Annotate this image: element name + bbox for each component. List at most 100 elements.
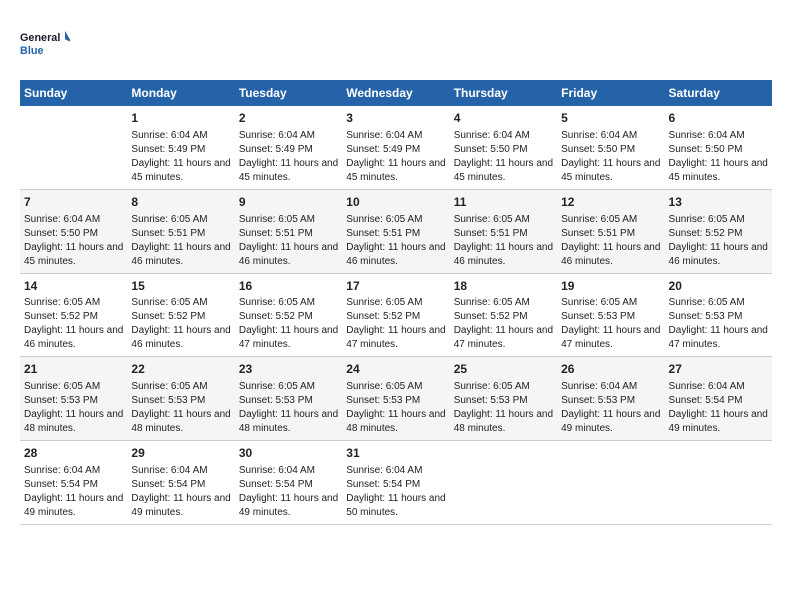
sunset-text: Sunset: 5:53 PM: [454, 395, 528, 406]
day-number: 24: [346, 361, 445, 378]
sunset-text: Sunset: 5:49 PM: [346, 144, 420, 155]
daylight-text: Daylight: 11 hours and 48 minutes.: [24, 409, 123, 434]
day-number: 17: [346, 278, 445, 295]
sunset-text: Sunset: 5:53 PM: [561, 311, 635, 322]
day-number: 27: [669, 361, 768, 378]
day-number: 25: [454, 361, 553, 378]
calendar-cell: 29 Sunrise: 6:04 AMSunset: 5:54 PMDayligh…: [127, 441, 234, 525]
cell-details: Sunrise: 6:05 AMSunset: 5:53 PMDaylight:…: [454, 380, 553, 436]
cell-details: Sunrise: 6:05 AMSunset: 5:51 PMDaylight:…: [239, 213, 338, 269]
calendar-cell: 21 Sunrise: 6:05 AM Sunset: 5:53 PM Dayligh…: [20, 357, 127, 441]
sunset-text: Sunset: 5:51 PM: [131, 228, 205, 239]
sunset-text: Sunset: 5:53 PM: [24, 395, 98, 406]
calendar-cell: 10Sunrise: 6:05 AMSunset: 5:51 PMDayligh…: [342, 189, 449, 273]
daylight-text: Daylight: 11 hours and 46 minutes.: [454, 242, 553, 267]
sunrise-text: Sunrise: 6:05 AM: [561, 214, 637, 225]
daylight-text: Daylight: 11 hours and 48 minutes.: [346, 409, 445, 434]
daylight-text: Daylight: 11 hours and 45 minutes.: [561, 158, 660, 183]
sunrise-text: Sunrise: 6:05 AM: [24, 381, 100, 392]
cell-details: Sunrise: 6:05 AM Sunset: 5:53 PM Daylight:…: [24, 380, 123, 436]
day-number: 29: [131, 445, 230, 462]
logo: General Blue: [20, 20, 70, 70]
sunrise-text: Sunrise: 6:05 AM: [131, 214, 207, 225]
daylight-text: Daylight: 11 hours and 47 minutes.: [454, 325, 553, 350]
calendar-cell: 7Sunrise: 6:04 AMSunset: 5:50 PMDaylight…: [20, 189, 127, 273]
day-number: 7: [24, 194, 123, 211]
cell-details: Sunrise: 6:04 AMSunset: 5:54 PMDaylight:…: [24, 464, 123, 520]
sunset-text: Sunset: 5:53 PM: [669, 311, 743, 322]
calendar-week-4: 21 Sunrise: 6:05 AM Sunset: 5:53 PM Dayligh…: [20, 357, 772, 441]
day-number: 31: [346, 445, 445, 462]
day-number: 5: [561, 110, 660, 127]
day-number: 21: [24, 361, 123, 378]
calendar-cell: 25 Sunrise: 6:05 AMSunset: 5:53 PMDayligh…: [450, 357, 557, 441]
weekday-header-wednesday: Wednesday: [342, 80, 449, 106]
day-number: 9: [239, 194, 338, 211]
cell-details: Sunrise: 6:05 AMSunset: 5:52 PMDaylight:…: [24, 296, 123, 352]
daylight-text: Daylight: 11 hours and 45 minutes.: [239, 158, 338, 183]
day-number: 13: [669, 194, 768, 211]
sunrise-text: Sunrise: 6:04 AM: [346, 465, 422, 476]
sunset-text: Sunset: 5:51 PM: [346, 228, 420, 239]
daylight-text: Daylight: 11 hours and 50 minutes.: [346, 493, 445, 518]
svg-text:General: General: [20, 32, 60, 44]
calendar-cell: 26Sunrise: 6:04 AMSunset: 5:53 PMDayligh…: [557, 357, 664, 441]
weekday-header-thursday: Thursday: [450, 80, 557, 106]
daylight-text: Daylight: 11 hours and 46 minutes.: [561, 242, 660, 267]
sunset-text: Sunset: 5:52 PM: [346, 311, 420, 322]
daylight-text: Daylight: 11 hours and 49 minutes.: [239, 493, 338, 518]
calendar-cell: 9 Sunrise: 6:05 AMSunset: 5:51 PMDaylight…: [235, 189, 342, 273]
daylight-text: Daylight: 11 hours and 46 minutes.: [669, 242, 768, 267]
day-number: 11: [454, 194, 553, 211]
calendar-cell: 2Sunrise: 6:04 AMSunset: 5:49 PMDaylight…: [235, 106, 342, 189]
calendar-table: SundayMondayTuesdayWednesdayThursdayFrid…: [20, 80, 772, 525]
cell-details: Sunrise: 6:04 AMSunset: 5:49 PMDaylight:…: [346, 129, 445, 185]
daylight-text: Daylight: 11 hours and 47 minutes.: [346, 325, 445, 350]
sunrise-text: Sunrise: 6:04 AM: [24, 214, 100, 225]
calendar-week-3: 14Sunrise: 6:05 AMSunset: 5:52 PMDayligh…: [20, 273, 772, 357]
sunset-text: Sunset: 5:54 PM: [239, 479, 313, 490]
cell-details: Sunrise: 6:04 AMSunset: 5:50 PMDaylight:…: [454, 129, 553, 185]
sunrise-text: Sunrise: 6:04 AM: [131, 130, 207, 141]
calendar-cell: [450, 441, 557, 525]
day-number: 15: [131, 278, 230, 295]
sunset-text: Sunset: 5:50 PM: [24, 228, 98, 239]
calendar-cell: 14Sunrise: 6:05 AMSunset: 5:52 PMDayligh…: [20, 273, 127, 357]
sunrise-text: Sunrise: 6:04 AM: [561, 381, 637, 392]
calendar-cell: 13Sunrise: 6:05 AMSunset: 5:52 PMDayligh…: [665, 189, 772, 273]
daylight-text: Daylight: 11 hours and 46 minutes.: [131, 242, 230, 267]
day-number: 23: [239, 361, 338, 378]
weekday-header-tuesday: Tuesday: [235, 80, 342, 106]
sunrise-text: Sunrise: 6:05 AM: [346, 381, 422, 392]
page-header: General Blue: [20, 20, 772, 70]
cell-details: Sunrise: 6:04 AMSunset: 5:54 PMDaylight:…: [131, 464, 230, 520]
cell-details: Sunrise: 6:05 AMSunset: 5:53 PMDaylight:…: [131, 380, 230, 436]
day-number: 14: [24, 278, 123, 295]
sunrise-text: Sunrise: 6:05 AM: [561, 297, 637, 308]
daylight-text: Daylight: 11 hours and 48 minutes.: [239, 409, 338, 434]
calendar-cell: 19Sunrise: 6:05 AMSunset: 5:53 PMDayligh…: [557, 273, 664, 357]
calendar-cell: 12Sunrise: 6:05 AMSunset: 5:51 PMDayligh…: [557, 189, 664, 273]
cell-details: Sunrise: 6:05 AMSunset: 5:52 PMDaylight:…: [454, 296, 553, 352]
day-number: 18: [454, 278, 553, 295]
daylight-text: Daylight: 11 hours and 49 minutes.: [561, 409, 660, 434]
calendar-cell: 22Sunrise: 6:05 AMSunset: 5:53 PMDayligh…: [127, 357, 234, 441]
daylight-text: Daylight: 11 hours and 48 minutes.: [131, 409, 230, 434]
cell-details: Sunrise: 6:05 AMSunset: 5:52 PMDaylight:…: [131, 296, 230, 352]
sunset-text: Sunset: 5:53 PM: [561, 395, 635, 406]
calendar-week-1: 1Sunrise: 6:04 AMSunset: 5:49 PMDaylight…: [20, 106, 772, 189]
calendar-cell: 8Sunrise: 6:05 AMSunset: 5:51 PMDaylight…: [127, 189, 234, 273]
sunset-text: Sunset: 5:54 PM: [346, 479, 420, 490]
sunset-text: Sunset: 5:53 PM: [131, 395, 205, 406]
cell-details: Sunrise: 6:05 AMSunset: 5:53 PMDaylight:…: [346, 380, 445, 436]
sunrise-text: Sunrise: 6:05 AM: [239, 381, 315, 392]
day-number: 16: [239, 278, 338, 295]
cell-details: Sunrise: 6:05 AMSunset: 5:52 PMDaylight:…: [239, 296, 338, 352]
cell-details: Sunrise: 6:05 AMSunset: 5:53 PMDaylight:…: [669, 296, 768, 352]
sunset-text: Sunset: 5:50 PM: [669, 144, 743, 155]
calendar-cell: 11Sunrise: 6:05 AMSunset: 5:51 PMDayligh…: [450, 189, 557, 273]
sunset-text: Sunset: 5:54 PM: [24, 479, 98, 490]
day-number: 1: [131, 110, 230, 127]
daylight-text: Daylight: 11 hours and 46 minutes.: [346, 242, 445, 267]
sunset-text: Sunset: 5:50 PM: [561, 144, 635, 155]
